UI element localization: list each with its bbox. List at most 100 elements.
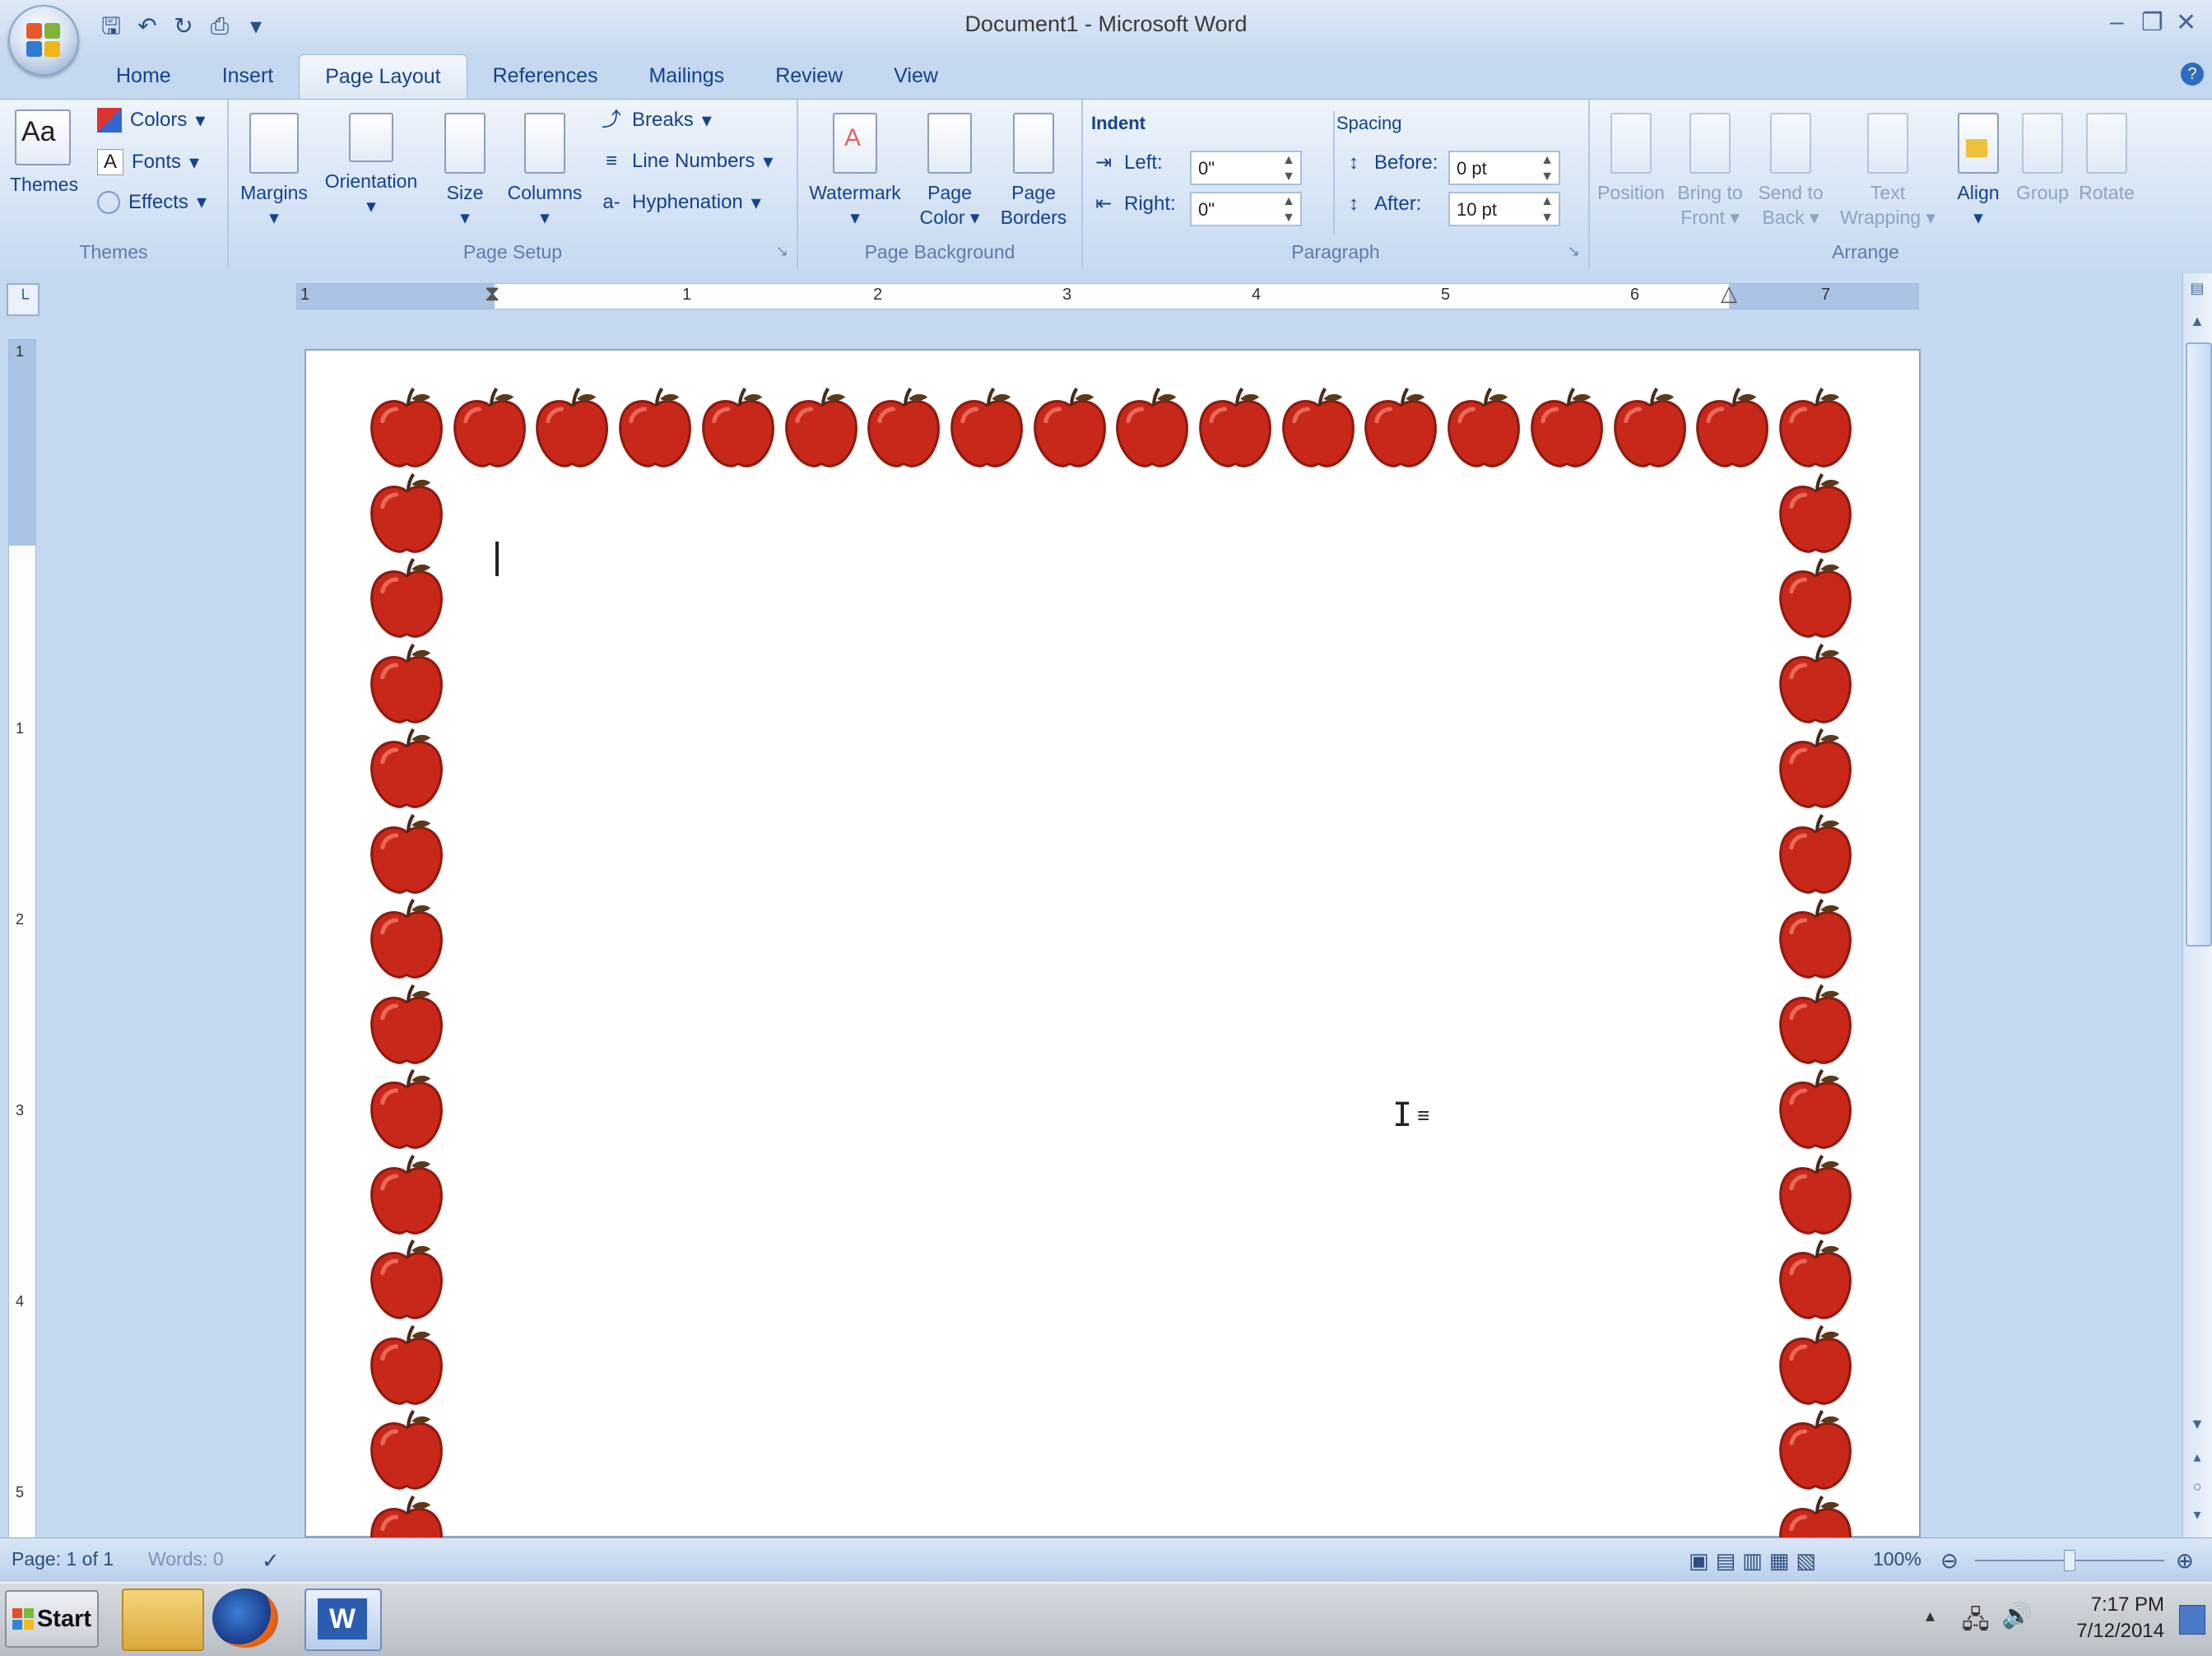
zoom-level[interactable]: 100% bbox=[1873, 1548, 1922, 1570]
scroll-down-icon[interactable]: ▼ bbox=[2186, 1416, 2209, 1433]
tab-home[interactable]: Home bbox=[91, 54, 197, 99]
word-taskbar-icon[interactable]: W bbox=[304, 1589, 382, 1651]
show-desktop-button[interactable] bbox=[2179, 1605, 2205, 1635]
right-indent-marker-icon[interactable]: △ bbox=[1721, 281, 1737, 306]
paragraph-launcher-icon[interactable]: ↘ bbox=[1568, 243, 1580, 260]
tab-mailings[interactable]: Mailings bbox=[623, 54, 750, 99]
size-icon bbox=[444, 113, 486, 174]
page-setup-group: Margins ▾ Orientation ▾ Size ▾ Columns ▾ ⤴ Br… bbox=[229, 100, 798, 268]
themes-group-label: Themes bbox=[79, 241, 148, 263]
apple-border-icon bbox=[364, 984, 449, 1069]
spacing-after-icon: ↕ bbox=[1349, 193, 1359, 215]
tab-review[interactable]: Review bbox=[750, 54, 868, 99]
restore-icon[interactable]: ❐ bbox=[2141, 8, 2163, 37]
group-button[interactable]: Group bbox=[2013, 113, 2072, 205]
minimize-icon[interactable]: – bbox=[2110, 8, 2124, 36]
position-icon bbox=[1610, 113, 1652, 174]
show-hidden-icons[interactable]: ▴ bbox=[1926, 1605, 1935, 1626]
select-browse-object-icon[interactable]: ○ bbox=[2186, 1478, 2209, 1496]
colors-button[interactable]: Colors ▾ bbox=[97, 108, 205, 133]
system-clock[interactable]: 7:17 PM 7/12/2014 bbox=[2041, 1592, 2164, 1644]
orientation-icon bbox=[349, 113, 393, 162]
ruler-number: 1 bbox=[682, 286, 692, 304]
tab-selector[interactable]: └ bbox=[7, 283, 40, 316]
horizontal-ruler[interactable]: 1 1 2 3 4 5 6 7 ⧗ △ bbox=[296, 281, 1919, 309]
spacing-label: Spacing bbox=[1336, 113, 1402, 133]
breaks-icon: ⤴ bbox=[602, 109, 621, 131]
previous-page-icon[interactable]: ▴ bbox=[2186, 1449, 2209, 1466]
page-count-status[interactable]: Page: 1 of 1 bbox=[12, 1548, 114, 1570]
ruler-toggle-icon[interactable]: ▤ bbox=[2186, 280, 2209, 303]
firefox-icon[interactable] bbox=[212, 1589, 278, 1648]
rotate-button[interactable]: Rotate bbox=[2075, 113, 2138, 205]
proofing-icon[interactable]: ✓ bbox=[262, 1548, 280, 1574]
rotate-icon bbox=[2086, 113, 2127, 174]
fonts-button[interactable]: A Fonts ▾ bbox=[97, 149, 199, 175]
network-icon[interactable]: 🖧 bbox=[1962, 1602, 1989, 1644]
spacing-before-input[interactable]: 0 pt ▲ ▼ bbox=[1448, 151, 1560, 185]
apple-border-icon bbox=[1773, 1409, 1858, 1495]
zoom-slider-thumb[interactable] bbox=[2064, 1550, 2075, 1571]
margins-button[interactable]: Margins ▾ bbox=[237, 113, 311, 230]
size-button[interactable]: Size ▾ bbox=[436, 113, 494, 230]
orientation-button[interactable]: Orientation ▾ bbox=[318, 113, 425, 218]
columns-button[interactable]: Columns ▾ bbox=[505, 113, 584, 230]
apple-border-icon bbox=[1524, 387, 1610, 472]
volume-icon[interactable]: 🔊 bbox=[2001, 1602, 2032, 1630]
view-buttons[interactable]: ▣▤▥▦▧ bbox=[1689, 1548, 1823, 1574]
send-to-back-button[interactable]: Send to Back ▾ bbox=[1751, 113, 1830, 230]
page-setup-launcher-icon[interactable]: ↘ bbox=[776, 243, 788, 260]
page-color-button[interactable]: Page Color ▾ bbox=[915, 113, 984, 230]
apple-border-icon bbox=[1027, 387, 1113, 472]
apple-border-icon bbox=[1441, 387, 1527, 472]
themes-group: Aa Themes Colors ▾ A Fonts ▾ Effects ▾ Th… bbox=[0, 100, 229, 268]
file-explorer-icon[interactable] bbox=[122, 1589, 204, 1651]
help-icon[interactable]: ? bbox=[2181, 63, 2204, 86]
margins-icon bbox=[249, 113, 299, 174]
size-label: Size bbox=[446, 182, 484, 203]
document-page[interactable]: I ≡ bbox=[306, 351, 1919, 1536]
bring-to-front-button[interactable]: Bring to Front ▾ bbox=[1671, 113, 1750, 230]
indent-left-input[interactable]: 0" ▲ ▼ bbox=[1190, 151, 1302, 185]
themes-button[interactable]: Aa Themes bbox=[10, 109, 78, 197]
scroll-up-icon[interactable]: ▲ bbox=[2186, 313, 2209, 336]
start-button[interactable]: Start bbox=[5, 1590, 99, 1648]
spacing-after-label: ↕ After: bbox=[1341, 192, 1421, 216]
ruler-number: 4 bbox=[1252, 286, 1262, 304]
page-borders-button[interactable]: Page Borders bbox=[992, 113, 1075, 230]
breaks-button[interactable]: ⤴ Breaks ▾ bbox=[599, 108, 712, 133]
scrollbar-thumb[interactable] bbox=[2186, 342, 2212, 947]
left-indent-marker-icon[interactable]: ⧗ bbox=[485, 281, 500, 307]
tab-page-layout[interactable]: Page Layout bbox=[299, 54, 467, 100]
hyphenation-button[interactable]: a‑ Hyphenation ▾ bbox=[599, 190, 760, 215]
effects-button[interactable]: Effects ▾ bbox=[97, 190, 207, 214]
tab-insert[interactable]: Insert bbox=[197, 54, 300, 99]
watermark-button[interactable]: A Watermark ▾ bbox=[802, 113, 908, 230]
apple-border-icon bbox=[364, 813, 449, 899]
spacing-after-input[interactable]: 10 pt ▲ ▼ bbox=[1448, 192, 1560, 226]
zoom-out-icon[interactable]: ⊖ bbox=[1940, 1548, 1959, 1574]
zoom-in-icon[interactable]: ⊕ bbox=[2176, 1548, 2194, 1574]
vertical-ruler[interactable]: 1 1 2 3 4 5 bbox=[8, 339, 36, 1542]
apple-border-icon bbox=[1773, 1068, 1858, 1154]
text-wrapping-button[interactable]: Text Wrapping ▾ bbox=[1837, 113, 1939, 230]
next-page-icon[interactable]: ▾ bbox=[2186, 1506, 2209, 1523]
close-icon[interactable]: ✕ bbox=[2176, 8, 2196, 37]
ruler-number: 5 bbox=[16, 1484, 25, 1500]
colors-label: Colors bbox=[130, 109, 188, 131]
office-button[interactable] bbox=[8, 5, 79, 76]
margins-label: Margins bbox=[240, 182, 308, 203]
tab-view[interactable]: View bbox=[868, 54, 964, 99]
apple-border-icon bbox=[1773, 898, 1858, 984]
effects-label: Effects bbox=[128, 190, 188, 213]
send-to-back-icon bbox=[1770, 113, 1811, 174]
line-numbers-button[interactable]: ≡ Line Numbers ▾ bbox=[599, 149, 773, 174]
position-button[interactable]: Position bbox=[1593, 113, 1669, 205]
windows-flag-icon bbox=[12, 1608, 34, 1630]
indent-right-input[interactable]: 0" ▲ ▼ bbox=[1190, 192, 1302, 226]
align-button[interactable]: Align ▾ bbox=[1949, 113, 2008, 230]
tab-references[interactable]: References bbox=[467, 54, 624, 99]
word-count-status[interactable]: Words: 0 bbox=[148, 1548, 224, 1570]
page-borders-label-2: Borders bbox=[1000, 207, 1067, 228]
page-color-label-2: Color bbox=[919, 207, 965, 228]
